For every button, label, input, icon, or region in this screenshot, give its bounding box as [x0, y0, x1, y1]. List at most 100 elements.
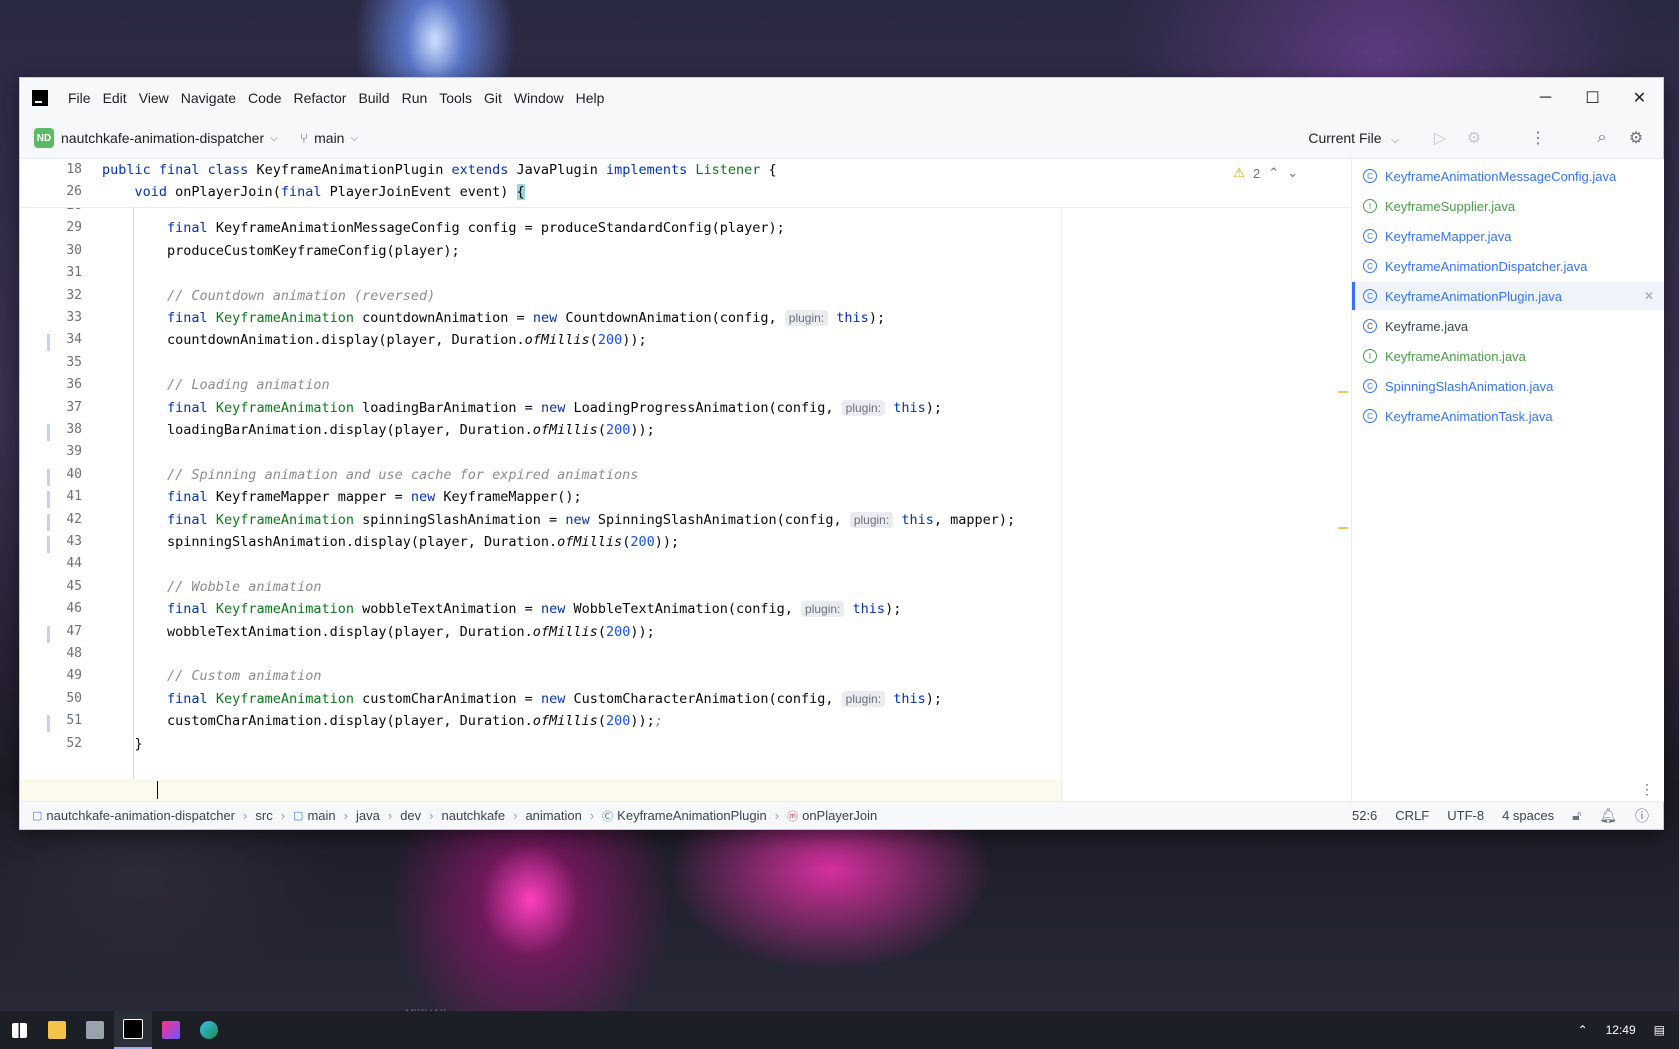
- code-line[interactable]: // Countdown animation (reversed): [102, 288, 435, 304]
- line-number[interactable]: 44: [40, 556, 82, 571]
- inspection-widget[interactable]: ⚠ 2 ⌃ ⌄: [1233, 165, 1298, 181]
- bell-icon[interactable]: 🔔︎: [1599, 807, 1617, 824]
- vcs-change-marker[interactable]: [47, 513, 50, 531]
- line-number[interactable]: 30: [40, 243, 82, 258]
- code-line[interactable]: final KeyframeAnimation spinningSlashAni…: [102, 511, 1015, 528]
- line-number[interactable]: 18: [40, 162, 82, 177]
- file-entry[interactable]: C KeyframeAnimationTask.java: [1352, 402, 1664, 430]
- code-line[interactable]: void onPlayerJoin(final PlayerJoinEvent …: [102, 184, 525, 200]
- line-number[interactable]: 36: [40, 377, 82, 392]
- more-options-icon[interactable]: ⋮: [1640, 781, 1654, 798]
- breadcrumb-item[interactable]: animation: [525, 808, 581, 823]
- file-entry[interactable]: C KeyframeMapper.java: [1352, 222, 1664, 250]
- code-line[interactable]: loadingBarAnimation.display(player, Dura…: [102, 422, 655, 438]
- menu-code[interactable]: Code: [242, 78, 287, 118]
- jetbrains-toolbox-icon[interactable]: [152, 1011, 190, 1049]
- vcs-change-marker[interactable]: [47, 536, 50, 553]
- file-entry[interactable]: I KeyframeAnimation.java: [1352, 342, 1664, 370]
- code-line[interactable]: final KeyframeAnimation loadingBarAnimat…: [102, 399, 942, 416]
- line-number[interactable]: 32: [40, 288, 82, 303]
- menu-refactor[interactable]: Refactor: [288, 78, 353, 118]
- line-number[interactable]: 46: [40, 601, 82, 616]
- close-tab-icon[interactable]: ✕: [1644, 289, 1654, 303]
- chevron-down-icon[interactable]: ⌵: [270, 133, 278, 144]
- tools-app-icon[interactable]: [76, 1011, 114, 1049]
- line-separator[interactable]: CRLF: [1395, 808, 1429, 823]
- line-number[interactable]: 50: [40, 691, 82, 706]
- menu-build[interactable]: Build: [352, 78, 395, 118]
- file-entry[interactable]: C SpinningSlashAnimation.java: [1352, 372, 1664, 400]
- line-number[interactable]: 52: [40, 736, 82, 751]
- line-number[interactable]: 31: [40, 265, 82, 280]
- editor-scrollbar[interactable]: [1338, 159, 1350, 802]
- vcs-change-marker[interactable]: [47, 715, 50, 733]
- breadcrumb-item[interactable]: nautchkafe: [442, 808, 506, 823]
- settings-gear-icon[interactable]: ⚙: [1619, 128, 1653, 148]
- file-entry[interactable]: C KeyframeAnimationMessageConfig.java: [1352, 162, 1664, 190]
- breadcrumb-item[interactable]: src: [255, 808, 272, 823]
- line-number[interactable]: 33: [40, 310, 82, 325]
- file-entry[interactable]: C Keyframe.java: [1352, 312, 1664, 340]
- breadcrumb-item[interactable]: KeyframeAnimationPlugin: [617, 808, 767, 823]
- branch-selector[interactable]: ⑂ main ⌵: [300, 130, 358, 146]
- line-number[interactable]: 45: [40, 579, 82, 594]
- vcs-change-marker[interactable]: [47, 334, 50, 352]
- menu-run[interactable]: Run: [396, 78, 434, 118]
- code-line[interactable]: final KeyframeAnimation customCharAnimat…: [102, 690, 942, 707]
- code-editor[interactable]: ⚠ 2 ⌃ ⌄ 18 public final class KeyframeAni…: [20, 159, 1350, 802]
- minimize-icon[interactable]: ─: [1522, 78, 1569, 118]
- menu-git[interactable]: Git: [478, 78, 508, 118]
- code-line[interactable]: final KeyframeAnimation wobbleTextAnimat…: [102, 601, 901, 618]
- caret-position[interactable]: 52:6: [1352, 808, 1377, 823]
- menu-edit[interactable]: Edit: [97, 78, 133, 118]
- code-line[interactable]: }: [102, 736, 143, 752]
- code-line[interactable]: customCharAnimation.display(player, Dura…: [102, 713, 663, 729]
- run-config-selector[interactable]: Current File ⌵: [1308, 130, 1399, 146]
- menu-help[interactable]: Help: [570, 78, 611, 118]
- previous-highlight-icon[interactable]: ⌃: [1268, 165, 1279, 181]
- menu-view[interactable]: View: [133, 78, 175, 118]
- next-highlight-icon[interactable]: ⌄: [1287, 165, 1298, 181]
- file-entry[interactable]: C KeyframeAnimationDispatcher.java: [1352, 252, 1664, 280]
- code-line[interactable]: countdownAnimation.display(player, Durat…: [102, 332, 647, 348]
- run-icon[interactable]: ▷: [1423, 128, 1457, 148]
- edge-browser-icon[interactable]: [190, 1011, 228, 1049]
- file-entry[interactable]: I KeyframeSupplier.java: [1352, 192, 1664, 220]
- windows-start-icon[interactable]: [0, 1011, 38, 1049]
- code-line[interactable]: public final class KeyframeAnimationPlug…: [102, 162, 777, 178]
- vcs-change-marker[interactable]: [47, 625, 50, 643]
- indent-setting[interactable]: 4 spaces: [1502, 808, 1554, 823]
- menu-tools[interactable]: Tools: [433, 78, 478, 118]
- more-actions-icon[interactable]: ⋮: [1521, 128, 1555, 148]
- line-number[interactable]: 49: [40, 668, 82, 683]
- maximize-icon[interactable]: ☐: [1569, 78, 1616, 118]
- breadcrumb-item[interactable]: main: [307, 808, 335, 823]
- project-selector[interactable]: nautchkafe-animation-dispatcher: [61, 130, 264, 146]
- file-entry[interactable]: C KeyframeAnimationPlugin.java ✕: [1352, 282, 1664, 310]
- warning-marker[interactable]: [1338, 527, 1348, 529]
- line-number[interactable]: 35: [40, 355, 82, 370]
- breadcrumb-item[interactable]: dev: [400, 808, 421, 823]
- info-icon[interactable]: ⓘ: [1635, 806, 1649, 826]
- code-line[interactable]: // Wobble animation: [102, 579, 321, 595]
- line-number[interactable]: 39: [40, 444, 82, 459]
- code-line[interactable]: // Spinning animation and use cache for …: [102, 467, 638, 483]
- code-line[interactable]: final KeyframeMapper mapper = new Keyfra…: [102, 489, 582, 505]
- intellij-logo-icon[interactable]: [32, 90, 48, 106]
- debug-icon[interactable]: ⚙: [1457, 128, 1491, 148]
- code-line[interactable]: final KeyframeAnimationMessageConfig con…: [102, 220, 785, 236]
- breadcrumb-item[interactable]: java: [356, 808, 380, 823]
- code-line[interactable]: produceCustomKeyframeConfig(player);: [102, 243, 460, 259]
- menu-navigate[interactable]: Navigate: [175, 78, 242, 118]
- code-line[interactable]: // Loading animation: [102, 377, 330, 393]
- line-number[interactable]: 26: [40, 184, 82, 199]
- project-badge[interactable]: ND: [34, 128, 54, 148]
- vcs-change-marker[interactable]: [47, 424, 50, 441]
- code-line[interactable]: final KeyframeAnimation countdownAnimati…: [102, 310, 885, 326]
- menu-file[interactable]: File: [62, 78, 97, 118]
- intellij-taskbar-icon[interactable]: [114, 1011, 152, 1049]
- notification-center-icon[interactable]: ▤: [1654, 1023, 1665, 1037]
- breadcrumb-item[interactable]: onPlayerJoin: [802, 808, 877, 823]
- vcs-change-marker[interactable]: [47, 491, 50, 509]
- close-icon[interactable]: ✕: [1616, 78, 1663, 118]
